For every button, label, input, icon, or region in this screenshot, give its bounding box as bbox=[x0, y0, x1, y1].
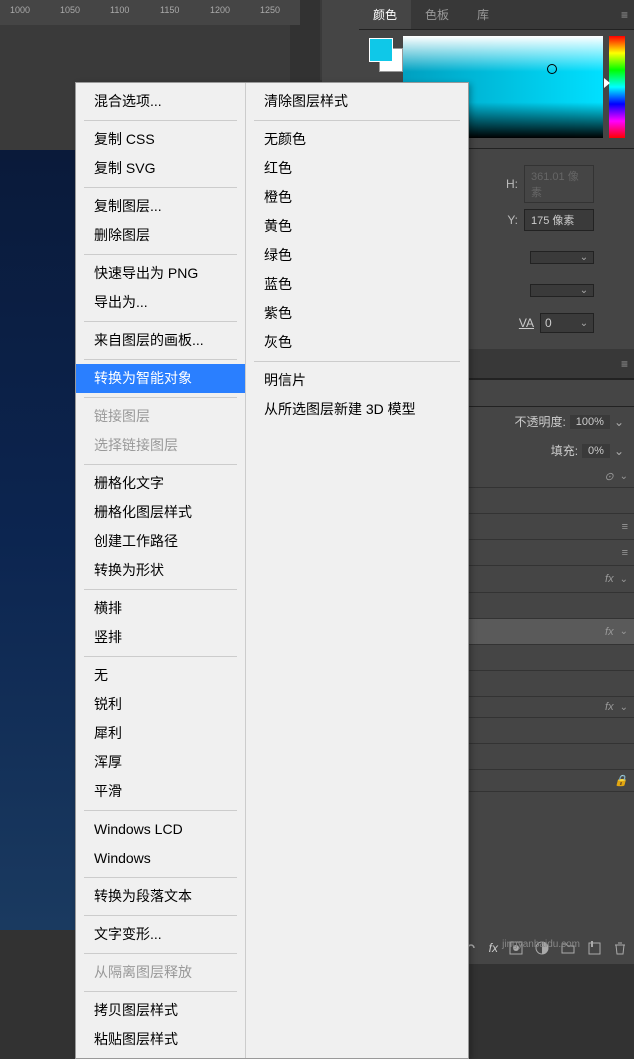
trash-icon[interactable] bbox=[612, 940, 628, 956]
menu-color-none[interactable]: 无颜色 bbox=[246, 125, 468, 154]
y-field[interactable]: 175 像素 bbox=[524, 209, 594, 231]
hue-cursor-icon[interactable] bbox=[604, 78, 610, 88]
menu-export-as[interactable]: 导出为... bbox=[76, 288, 245, 317]
filter-controls-icon[interactable]: ≡ bbox=[622, 521, 628, 533]
menu-paste-layer-style[interactable]: 粘贴图层样式 bbox=[76, 1025, 245, 1054]
menu-color-yellow[interactable]: 黄色 bbox=[246, 212, 468, 241]
menu-color-green[interactable]: 绿色 bbox=[246, 241, 468, 270]
panel-menu-icon[interactable]: ≡ bbox=[615, 8, 634, 22]
canvas-document[interactable] bbox=[0, 150, 75, 930]
ruler-tick: 1000 bbox=[10, 5, 30, 15]
chevron-down-icon: ⌄ bbox=[575, 314, 593, 332]
fx-badge[interactable]: fx bbox=[605, 573, 614, 585]
menu-clear-style[interactable]: 清除图层样式 bbox=[246, 87, 468, 116]
ruler-tick: 1100 bbox=[110, 5, 129, 15]
new-layer-icon[interactable] bbox=[586, 940, 602, 956]
va-field[interactable]: 0⌄ bbox=[540, 313, 594, 333]
foreground-color-chip[interactable] bbox=[369, 38, 393, 62]
ruler-tick: 1250 bbox=[260, 5, 280, 15]
tab-libraries[interactable]: 库 bbox=[463, 0, 503, 29]
va-icon: VA bbox=[519, 316, 534, 330]
filter-controls-icon[interactable]: ≡ bbox=[622, 547, 628, 559]
menu-color-orange[interactable]: 橙色 bbox=[246, 183, 468, 212]
chevron-down-icon[interactable]: ⌄ bbox=[620, 702, 628, 713]
menu-color-red[interactable]: 红色 bbox=[246, 154, 468, 183]
ruler-tick: 1150 bbox=[160, 5, 179, 15]
menu-new-3d-from-layer[interactable]: 从所选图层新建 3D 模型 bbox=[246, 395, 468, 424]
fx-badge[interactable]: fx bbox=[605, 626, 614, 638]
menu-copy-css[interactable]: 复制 CSS bbox=[76, 125, 245, 154]
menu-select-linked: 选择链接图层 bbox=[76, 431, 245, 460]
context-menu-col-right: 清除图层样式 无颜色 红色 橙色 黄色 绿色 蓝色 紫色 灰色 明信片 从所选图… bbox=[246, 83, 468, 1058]
menu-delete-layer[interactable]: 删除图层 bbox=[76, 221, 245, 250]
fill-value[interactable]: 0% bbox=[582, 444, 610, 458]
fx-badge[interactable]: fx bbox=[605, 701, 614, 713]
menu-quick-export-png[interactable]: 快速导出为 PNG bbox=[76, 259, 245, 288]
ruler-tick: 1200 bbox=[210, 5, 230, 15]
menu-windows[interactable]: Windows bbox=[76, 844, 245, 873]
chevron-down-icon[interactable]: ⌄ bbox=[620, 626, 628, 637]
lock-icon: 🔒 bbox=[614, 774, 628, 787]
menu-copy-svg[interactable]: 复制 SVG bbox=[76, 154, 245, 183]
menu-windows-lcd[interactable]: Windows LCD bbox=[76, 815, 245, 844]
menu-duplicate-layer[interactable]: 复制图层... bbox=[76, 192, 245, 221]
height-label: H: bbox=[498, 177, 518, 191]
dropdown-1[interactable]: ⌄ bbox=[530, 251, 594, 264]
menu-rasterize-type[interactable]: 栅格化文字 bbox=[76, 469, 245, 498]
menu-convert-paragraph[interactable]: 转换为段落文本 bbox=[76, 882, 245, 911]
menu-convert-smart-object[interactable]: 转换为智能对象 bbox=[76, 364, 245, 393]
ruler-tick: 1050 bbox=[60, 5, 80, 15]
menu-none[interactable]: 无 bbox=[76, 661, 245, 690]
y-label: Y: bbox=[498, 213, 518, 227]
opacity-label: 不透明度: bbox=[514, 413, 565, 430]
tab-color[interactable]: 颜色 bbox=[359, 0, 411, 29]
fill-label: 填充: bbox=[551, 442, 578, 459]
chevron-down-icon[interactable]: ⌄ bbox=[614, 444, 624, 458]
menu-link-layers: 链接图层 bbox=[76, 402, 245, 431]
menu-release-isolation: 从隔离图层释放 bbox=[76, 958, 245, 987]
ruler-horizontal: 1000 1050 1100 1150 1200 1250 bbox=[0, 0, 300, 25]
chevron-down-icon[interactable]: ⌄ bbox=[620, 471, 628, 482]
menu-horizontal[interactable]: 横排 bbox=[76, 594, 245, 623]
panel-menu-icon[interactable]: ≡ bbox=[615, 357, 634, 371]
chevron-down-icon: ⌄ bbox=[575, 252, 593, 263]
menu-artboard-from-layers[interactable]: 来自图层的画板... bbox=[76, 326, 245, 355]
menu-color-blue[interactable]: 蓝色 bbox=[246, 270, 468, 299]
menu-convert-to-shape[interactable]: 转换为形状 bbox=[76, 556, 245, 585]
menu-copy-layer-style[interactable]: 拷贝图层样式 bbox=[76, 996, 245, 1025]
menu-color-gray[interactable]: 灰色 bbox=[246, 328, 468, 357]
hue-strip[interactable] bbox=[609, 36, 625, 138]
height-field: 361.01 像素 bbox=[524, 165, 594, 203]
opacity-value[interactable]: 100% bbox=[570, 415, 610, 429]
menu-sharp[interactable]: 锐利 bbox=[76, 690, 245, 719]
menu-crisp[interactable]: 犀利 bbox=[76, 719, 245, 748]
fx-button[interactable]: fx bbox=[489, 941, 498, 955]
menu-warp-text[interactable]: 文字变形... bbox=[76, 920, 245, 949]
menu-create-work-path[interactable]: 创建工作路径 bbox=[76, 527, 245, 556]
tab-swatches[interactable]: 色板 bbox=[411, 0, 463, 29]
menu-postcard[interactable]: 明信片 bbox=[246, 366, 468, 395]
chevron-down-icon: ⌄ bbox=[575, 285, 593, 296]
watermark-text: jinɡyanbaidu.com bbox=[502, 939, 580, 950]
menu-color-purple[interactable]: 紫色 bbox=[246, 299, 468, 328]
menu-strong[interactable]: 浑厚 bbox=[76, 748, 245, 777]
chevron-down-icon[interactable]: ⌄ bbox=[614, 415, 624, 429]
chevron-down-icon[interactable]: ⌄ bbox=[620, 574, 628, 585]
menu-smooth[interactable]: 平滑 bbox=[76, 777, 245, 806]
context-menu-col-left: 混合选项... 复制 CSS 复制 SVG 复制图层... 删除图层 快速导出为… bbox=[76, 83, 246, 1058]
spectrum-cursor[interactable] bbox=[547, 64, 557, 74]
layer-context-menu: 混合选项... 复制 CSS 复制 SVG 复制图层... 删除图层 快速导出为… bbox=[75, 82, 469, 1059]
dropdown-2[interactable]: ⌄ bbox=[530, 284, 594, 297]
color-panel-tabs: 颜色 色板 库 ≡ bbox=[359, 0, 634, 30]
menu-blending-options[interactable]: 混合选项... bbox=[76, 87, 245, 116]
eye-icon[interactable]: ⊙ bbox=[604, 470, 613, 483]
menu-vertical[interactable]: 竖排 bbox=[76, 623, 245, 652]
menu-rasterize-style[interactable]: 栅格化图层样式 bbox=[76, 498, 245, 527]
